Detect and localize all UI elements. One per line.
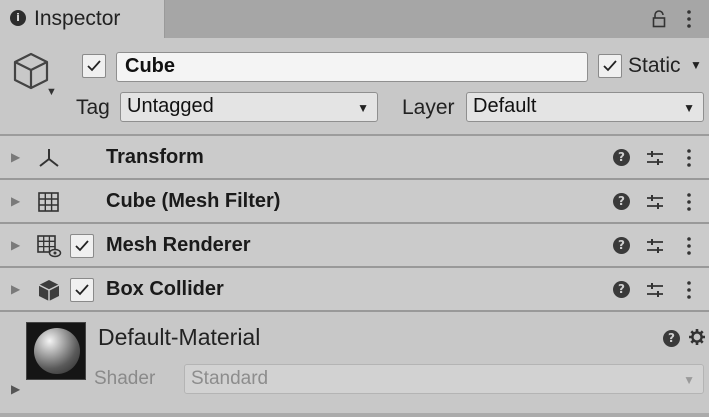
chevron-down-icon: ▼ <box>683 101 695 115</box>
component-enabled-checkbox[interactable] <box>70 234 94 258</box>
presets-icon[interactable] <box>645 281 665 299</box>
chevron-down-icon: ▼ <box>683 373 695 387</box>
tab-bar: i Inspector <box>0 0 709 38</box>
tag-value: Untagged <box>127 95 214 117</box>
inspector-tab[interactable]: i Inspector <box>0 0 165 38</box>
tab-title: Inspector <box>34 7 121 30</box>
kebab-menu-icon[interactable] <box>684 8 694 30</box>
mesh-renderer-icon <box>37 235 62 258</box>
component-name: Cube (Mesh Filter) <box>106 190 281 212</box>
component-name: Mesh Renderer <box>106 234 251 256</box>
component-mesh-filter[interactable]: ▶ Cube (Mesh Filter) ? <box>0 180 709 224</box>
foldout-arrow-icon[interactable]: ▶ <box>11 382 20 396</box>
foldout-arrow-icon[interactable]: ▶ <box>11 150 20 164</box>
layer-value: Default <box>473 95 537 117</box>
foldout-arrow-icon[interactable]: ▶ <box>11 282 20 296</box>
layer-label: Layer <box>402 96 455 119</box>
presets-icon[interactable] <box>645 237 665 255</box>
mesh-filter-icon <box>38 192 59 212</box>
transform-icon <box>39 149 59 167</box>
foldout-arrow-icon[interactable]: ▶ <box>11 238 20 252</box>
component-name: Box Collider <box>106 278 224 300</box>
static-label[interactable]: Static <box>628 54 681 78</box>
chevron-down-icon: ▼ <box>357 101 369 115</box>
material-section: ▶ Default-Material ? Shader Standard ▼ <box>0 314 709 417</box>
tag-dropdown[interactable]: Untagged ▼ <box>120 92 378 122</box>
tag-label: Tag <box>76 96 110 119</box>
help-icon[interactable]: ? <box>613 281 630 298</box>
component-name: Transform <box>106 146 204 168</box>
kebab-menu-icon[interactable] <box>685 190 693 214</box>
help-icon[interactable]: ? <box>613 149 630 166</box>
material-sphere-icon <box>34 328 80 374</box>
shader-dropdown[interactable]: Standard ▼ <box>184 364 704 394</box>
presets-icon[interactable] <box>645 149 665 167</box>
gear-icon[interactable] <box>688 328 706 346</box>
kebab-menu-icon[interactable] <box>685 146 693 170</box>
help-icon[interactable]: ? <box>613 193 630 210</box>
component-enabled-checkbox[interactable] <box>70 278 94 302</box>
object-name-input[interactable]: Cube <box>116 52 588 82</box>
help-icon[interactable]: ? <box>663 330 680 347</box>
component-mesh-renderer[interactable]: ▶ Mesh Renderer ? <box>0 224 709 268</box>
shader-value: Standard <box>191 368 269 389</box>
lock-icon[interactable] <box>652 10 666 28</box>
kebab-menu-icon[interactable] <box>685 234 693 258</box>
component-box-collider[interactable]: ▶ Box Collider ? <box>0 268 709 312</box>
component-transform[interactable]: ▶ Transform ? <box>0 136 709 180</box>
foldout-arrow-icon[interactable]: ▶ <box>11 194 20 208</box>
layer-dropdown[interactable]: Default ▼ <box>466 92 704 122</box>
info-icon: i <box>10 10 26 26</box>
gameobject-header: ▼ Cube Static ▼ Tag Untagged ▼ Layer Def… <box>0 38 709 136</box>
icon-dropdown-arrow[interactable]: ▼ <box>46 86 57 98</box>
material-name: Default-Material <box>98 324 261 350</box>
static-dropdown-arrow[interactable]: ▼ <box>690 58 702 72</box>
divider <box>0 413 709 417</box>
help-icon[interactable]: ? <box>613 237 630 254</box>
shader-label: Shader <box>94 368 156 389</box>
active-checkbox[interactable] <box>82 54 106 78</box>
kebab-menu-icon[interactable] <box>685 278 693 302</box>
box-collider-icon <box>38 280 60 301</box>
presets-icon[interactable] <box>645 193 665 211</box>
material-preview[interactable] <box>26 322 86 380</box>
static-checkbox[interactable] <box>598 54 622 78</box>
